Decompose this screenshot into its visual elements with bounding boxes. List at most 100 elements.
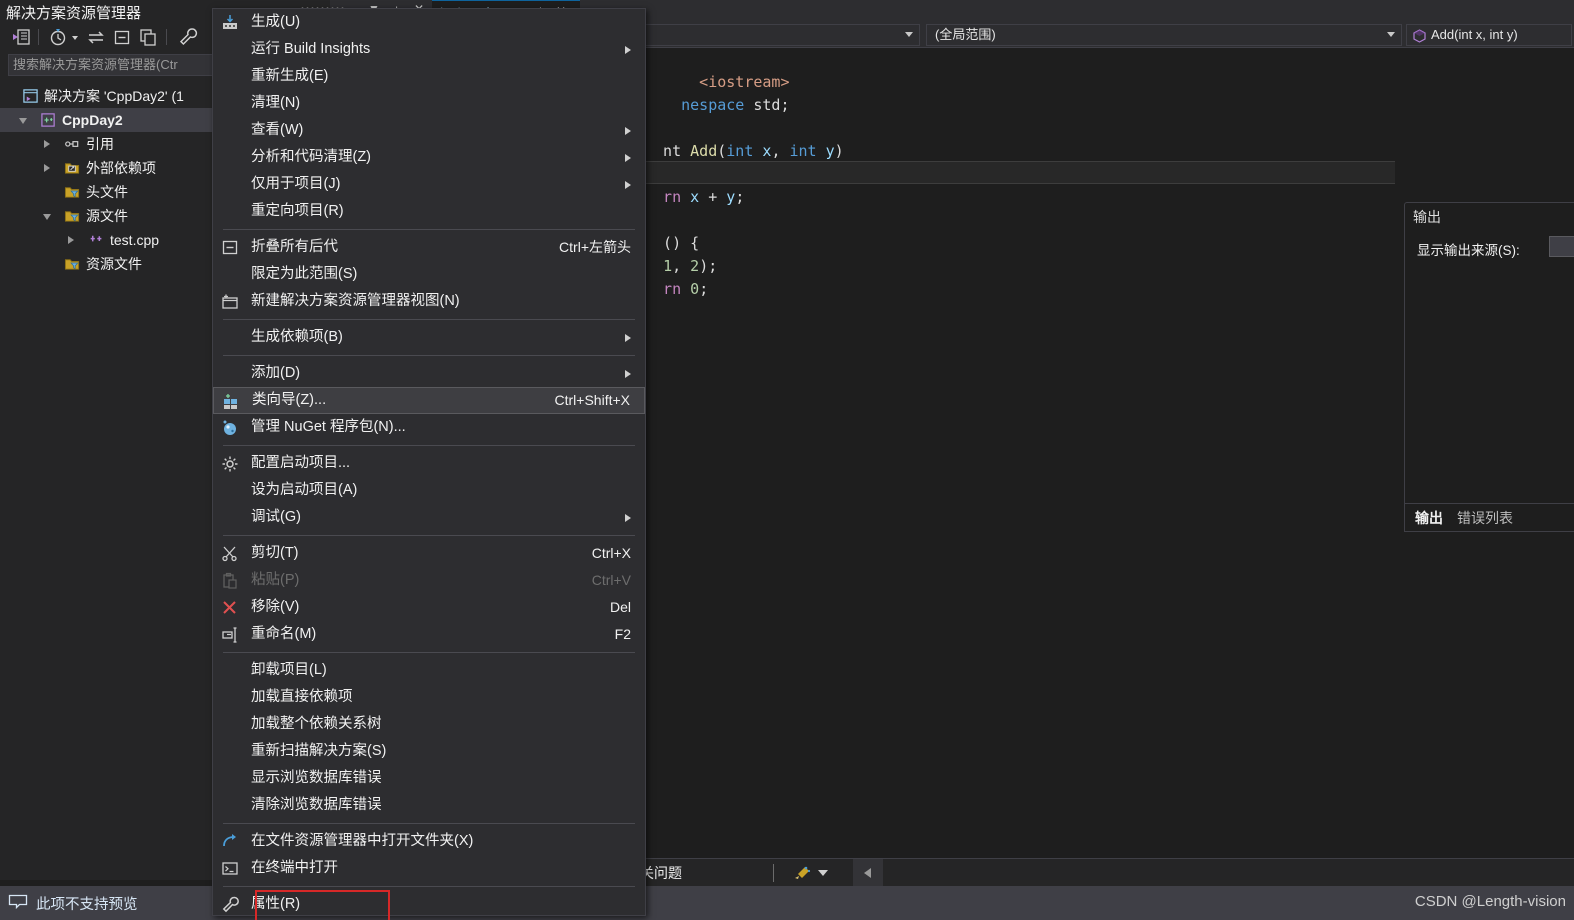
menu-item-查看W[interactable]: 查看(W): [213, 117, 645, 144]
submenu-arrow-icon: [625, 46, 631, 54]
navbar-scope-combo[interactable]: (全局范围): [926, 24, 1402, 46]
menu-item-label: 卸载项目(L): [251, 662, 327, 678]
menu-item-配置启动项目[interactable]: 配置启动项目...: [213, 450, 645, 477]
menu-item-设为启动项目A[interactable]: 设为启动项目(A): [213, 477, 645, 504]
menu-item-显示浏览数据库错误[interactable]: 显示浏览数据库错误: [213, 765, 645, 792]
menu-item-分析和代码清理Z[interactable]: 分析和代码清理(Z): [213, 144, 645, 171]
chevron-down-icon[interactable]: [818, 870, 828, 876]
tree-item-label: 源文件: [86, 208, 128, 224]
menu-item-调试G[interactable]: 调试(G): [213, 504, 645, 531]
menu-item-折叠所有后代[interactable]: 折叠所有后代 Ctrl+左箭头: [213, 234, 645, 261]
collapse-descendants-icon: [221, 239, 239, 256]
project-context-menu[interactable]: 生成(U) 运行 Build Insights 重新生成(E) 清理(N) 查看(W) 分…: [212, 8, 646, 920]
menu-item-重新扫描解决方案S[interactable]: 重新扫描解决方案(S): [213, 738, 645, 765]
references-icon: [64, 136, 81, 152]
menu-item-label: 生成依赖项(B): [251, 329, 343, 345]
menu-item-重新生成E[interactable]: 重新生成(E): [213, 63, 645, 90]
menu-item-label: 移除(V): [251, 599, 300, 615]
menu-item-生成依赖项B[interactable]: 生成依赖项(B): [213, 324, 645, 351]
submenu-arrow-icon: [625, 127, 631, 135]
expand-arrow-closed-icon[interactable]: [44, 156, 54, 180]
tab-output[interactable]: 输出: [1415, 508, 1443, 528]
menu-item-管理NuGet程序包N[interactable]: 管理 NuGet 程序包(N)...: [213, 414, 645, 441]
menu-item-label: 仅用于项目(J): [251, 176, 341, 192]
tree-item-解决方案CppDay21[interactable]: 解决方案 'CppDay2' (1: [0, 84, 216, 108]
menu-item-label: 在终端中打开: [251, 860, 338, 876]
menu-item-label: 生成(U): [251, 14, 301, 30]
tab-error-list[interactable]: 错误列表: [1457, 508, 1513, 528]
menu-item-重定向项目R[interactable]: 重定向项目(R): [213, 198, 645, 225]
build-icon: [221, 14, 239, 31]
home-vs-icon[interactable]: [12, 27, 32, 47]
menu-item-卸载项目L[interactable]: 卸载项目(L): [213, 657, 645, 684]
menu-item-剪切T[interactable]: 剪切(T) Ctrl+X: [213, 540, 645, 567]
nuget-icon: [221, 419, 239, 436]
tree-item-label: 头文件: [86, 184, 128, 200]
menu-item-加载直接依赖项[interactable]: 加载直接依赖项: [213, 684, 645, 711]
menu-item-重命名M[interactable]: 重命名(M) F2: [213, 621, 645, 648]
expand-arrow-closed-icon[interactable]: [68, 228, 78, 252]
gear-icon: [221, 455, 239, 472]
menu-item-新建解决方案资源管理器视图N[interactable]: 新建解决方案资源管理器视图(N): [213, 288, 645, 315]
tree-item-label: 资源文件: [86, 256, 142, 272]
menu-item-label: 剪切(T): [251, 545, 299, 561]
tree-item-label: 引用: [86, 136, 114, 152]
menu-item-在文件资源管理器中打开文件夹X[interactable]: 在文件资源管理器中打开文件夹(X): [213, 828, 645, 855]
menu-item-label: 管理 NuGet 程序包(N)...: [251, 419, 406, 435]
menu-item-在终端中打开[interactable]: 在终端中打开: [213, 855, 645, 882]
menu-item-移除V[interactable]: 移除(V) Del: [213, 594, 645, 621]
menu-separator: [223, 535, 635, 536]
menu-separator: [223, 229, 635, 230]
menu-item-shortcut: Del: [609, 599, 631, 615]
collapse-all-icon[interactable]: [112, 27, 132, 47]
menu-item-运行BuildInsights[interactable]: 运行 Build Insights: [213, 36, 645, 63]
solution-tree[interactable]: 解决方案 'CppDay2' (1 CppDay2 引用外部依赖项头文件源文件 tes…: [0, 84, 216, 276]
menu-item-label: 调试(G): [251, 509, 301, 525]
sync-with-active-document-icon[interactable]: [86, 27, 106, 47]
tree-item-CppDay2[interactable]: CppDay2: [0, 108, 216, 132]
expand-arrow-closed-icon[interactable]: [44, 132, 54, 156]
menu-item-label: 在文件资源管理器中打开文件夹(X): [251, 833, 474, 849]
output-source-combo[interactable]: [1549, 236, 1574, 257]
menu-item-shortcut: Ctrl+Shift+X: [554, 392, 630, 408]
output-panel-tabs: 输出 错误列表: [1405, 503, 1574, 531]
menu-item-添加D[interactable]: 添加(D): [213, 360, 645, 387]
tree-item-源文件[interactable]: 源文件: [0, 204, 216, 228]
code-content[interactable]: <iostream> nespace std; nt Add(int x, in…: [645, 48, 1395, 347]
menu-item-清理N[interactable]: 清理(N): [213, 90, 645, 117]
tree-item-label: test.cpp: [110, 232, 160, 248]
show-all-files-icon[interactable]: [138, 27, 158, 47]
expand-arrow-open-icon[interactable]: [43, 204, 54, 228]
properties-wrench-icon[interactable]: [178, 27, 198, 47]
menu-item-label: 配置启动项目...: [251, 455, 351, 471]
csdn-watermark: CSDN @Length-vision: [1414, 893, 1566, 910]
code-cleanup-broom-icon[interactable]: [793, 865, 811, 881]
expand-arrow-open-icon[interactable]: [19, 108, 30, 132]
menu-item-仅用于项目J[interactable]: 仅用于项目(J): [213, 171, 645, 198]
tree-item-头文件[interactable]: 头文件: [0, 180, 216, 204]
filter-folder-icon: [64, 208, 81, 224]
tree-item-外部依赖项[interactable]: 外部依赖项: [0, 156, 216, 180]
search-input[interactable]: 搜索解决方案资源管理器(Ctr: [8, 54, 216, 76]
pending-changes-clock-icon[interactable]: [48, 27, 68, 47]
collapse-left-button[interactable]: [853, 859, 883, 886]
menu-item-label: 新建解决方案资源管理器视图(N): [251, 293, 460, 309]
tree-item-资源文件[interactable]: 资源文件: [0, 252, 216, 276]
editor-lower-strip: 关问题: [640, 858, 1574, 886]
menu-item-粘贴P: 粘贴(P) Ctrl+V: [213, 567, 645, 594]
menu-item-label: 清除浏览数据库错误: [251, 797, 382, 813]
menu-item-加载整个依赖关系树[interactable]: 加载整个依赖关系树: [213, 711, 645, 738]
tree-item-引用[interactable]: 引用: [0, 132, 216, 156]
menu-item-类向导Z[interactable]: 类向导(Z)... Ctrl+Shift+X: [213, 387, 645, 414]
menu-item-属性R[interactable]: 属性(R): [213, 891, 645, 918]
tree-item-test.cpp[interactable]: test.cpp: [0, 228, 216, 252]
menu-item-清除浏览数据库错误[interactable]: 清除浏览数据库错误: [213, 792, 645, 819]
chevron-down-icon[interactable]: [70, 27, 80, 47]
cpp-project-icon: [40, 112, 57, 128]
navbar-scope-value: (全局范围): [935, 27, 996, 42]
related-issues-label: 关问题: [640, 865, 682, 881]
navbar-member-combo[interactable]: Add(int x, int y): [1406, 24, 1572, 46]
submenu-arrow-icon: [625, 514, 631, 522]
menu-item-限定为此范围S[interactable]: 限定为此范围(S): [213, 261, 645, 288]
menu-item-生成U[interactable]: 生成(U): [213, 9, 645, 36]
